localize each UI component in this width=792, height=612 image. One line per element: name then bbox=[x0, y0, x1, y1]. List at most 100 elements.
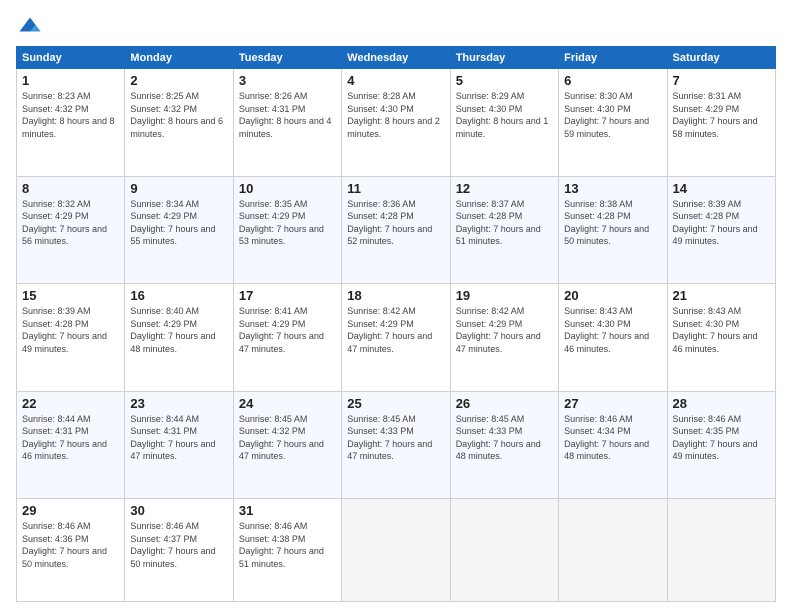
calendar-cell: 4 Sunrise: 8:28 AMSunset: 4:30 PMDayligh… bbox=[342, 69, 450, 177]
calendar-cell: 6 Sunrise: 8:30 AMSunset: 4:30 PMDayligh… bbox=[559, 69, 667, 177]
day-number: 24 bbox=[239, 396, 336, 411]
calendar-cell bbox=[342, 499, 450, 602]
day-number: 5 bbox=[456, 73, 553, 88]
calendar-cell: 24 Sunrise: 8:45 AMSunset: 4:32 PMDaylig… bbox=[233, 391, 341, 499]
day-number: 6 bbox=[564, 73, 661, 88]
calendar-cell: 21 Sunrise: 8:43 AMSunset: 4:30 PMDaylig… bbox=[667, 284, 775, 392]
day-info: Sunrise: 8:25 AMSunset: 4:32 PMDaylight:… bbox=[130, 91, 223, 139]
day-info: Sunrise: 8:44 AMSunset: 4:31 PMDaylight:… bbox=[22, 414, 107, 462]
day-number: 31 bbox=[239, 503, 336, 518]
calendar-cell bbox=[450, 499, 558, 602]
calendar-header-sunday: Sunday bbox=[17, 47, 125, 69]
calendar-cell: 1 Sunrise: 8:23 AMSunset: 4:32 PMDayligh… bbox=[17, 69, 125, 177]
calendar-cell: 26 Sunrise: 8:45 AMSunset: 4:33 PMDaylig… bbox=[450, 391, 558, 499]
calendar-header-friday: Friday bbox=[559, 47, 667, 69]
calendar-header-row: SundayMondayTuesdayWednesdayThursdayFrid… bbox=[17, 47, 776, 69]
logo-icon bbox=[16, 14, 44, 42]
day-info: Sunrise: 8:45 AMSunset: 4:33 PMDaylight:… bbox=[347, 414, 432, 462]
calendar-cell: 11 Sunrise: 8:36 AMSunset: 4:28 PMDaylig… bbox=[342, 176, 450, 284]
day-number: 2 bbox=[130, 73, 227, 88]
calendar-cell: 15 Sunrise: 8:39 AMSunset: 4:28 PMDaylig… bbox=[17, 284, 125, 392]
calendar-cell: 17 Sunrise: 8:41 AMSunset: 4:29 PMDaylig… bbox=[233, 284, 341, 392]
day-info: Sunrise: 8:23 AMSunset: 4:32 PMDaylight:… bbox=[22, 91, 115, 139]
day-number: 19 bbox=[456, 288, 553, 303]
day-number: 21 bbox=[673, 288, 770, 303]
calendar-cell: 22 Sunrise: 8:44 AMSunset: 4:31 PMDaylig… bbox=[17, 391, 125, 499]
day-number: 4 bbox=[347, 73, 444, 88]
day-info: Sunrise: 8:43 AMSunset: 4:30 PMDaylight:… bbox=[673, 306, 758, 354]
day-info: Sunrise: 8:42 AMSunset: 4:29 PMDaylight:… bbox=[347, 306, 432, 354]
day-info: Sunrise: 8:41 AMSunset: 4:29 PMDaylight:… bbox=[239, 306, 324, 354]
day-info: Sunrise: 8:39 AMSunset: 4:28 PMDaylight:… bbox=[673, 199, 758, 247]
day-info: Sunrise: 8:29 AMSunset: 4:30 PMDaylight:… bbox=[456, 91, 549, 139]
day-info: Sunrise: 8:43 AMSunset: 4:30 PMDaylight:… bbox=[564, 306, 649, 354]
day-info: Sunrise: 8:46 AMSunset: 4:38 PMDaylight:… bbox=[239, 521, 324, 569]
day-number: 20 bbox=[564, 288, 661, 303]
calendar-cell: 29 Sunrise: 8:46 AMSunset: 4:36 PMDaylig… bbox=[17, 499, 125, 602]
day-info: Sunrise: 8:31 AMSunset: 4:29 PMDaylight:… bbox=[673, 91, 758, 139]
calendar-cell: 25 Sunrise: 8:45 AMSunset: 4:33 PMDaylig… bbox=[342, 391, 450, 499]
day-info: Sunrise: 8:38 AMSunset: 4:28 PMDaylight:… bbox=[564, 199, 649, 247]
calendar-header-wednesday: Wednesday bbox=[342, 47, 450, 69]
day-number: 18 bbox=[347, 288, 444, 303]
day-number: 28 bbox=[673, 396, 770, 411]
day-info: Sunrise: 8:35 AMSunset: 4:29 PMDaylight:… bbox=[239, 199, 324, 247]
day-info: Sunrise: 8:45 AMSunset: 4:32 PMDaylight:… bbox=[239, 414, 324, 462]
day-info: Sunrise: 8:26 AMSunset: 4:31 PMDaylight:… bbox=[239, 91, 332, 139]
day-number: 9 bbox=[130, 181, 227, 196]
calendar-header-saturday: Saturday bbox=[667, 47, 775, 69]
calendar-header-thursday: Thursday bbox=[450, 47, 558, 69]
calendar-cell: 10 Sunrise: 8:35 AMSunset: 4:29 PMDaylig… bbox=[233, 176, 341, 284]
day-info: Sunrise: 8:40 AMSunset: 4:29 PMDaylight:… bbox=[130, 306, 215, 354]
day-number: 12 bbox=[456, 181, 553, 196]
calendar-cell bbox=[559, 499, 667, 602]
day-number: 27 bbox=[564, 396, 661, 411]
calendar-cell: 9 Sunrise: 8:34 AMSunset: 4:29 PMDayligh… bbox=[125, 176, 233, 284]
calendar-cell: 2 Sunrise: 8:25 AMSunset: 4:32 PMDayligh… bbox=[125, 69, 233, 177]
calendar-cell: 13 Sunrise: 8:38 AMSunset: 4:28 PMDaylig… bbox=[559, 176, 667, 284]
header bbox=[16, 14, 776, 42]
page: SundayMondayTuesdayWednesdayThursdayFrid… bbox=[0, 0, 792, 612]
calendar-cell: 16 Sunrise: 8:40 AMSunset: 4:29 PMDaylig… bbox=[125, 284, 233, 392]
calendar-cell bbox=[667, 499, 775, 602]
day-number: 14 bbox=[673, 181, 770, 196]
calendar-cell: 18 Sunrise: 8:42 AMSunset: 4:29 PMDaylig… bbox=[342, 284, 450, 392]
calendar-cell: 7 Sunrise: 8:31 AMSunset: 4:29 PMDayligh… bbox=[667, 69, 775, 177]
day-info: Sunrise: 8:36 AMSunset: 4:28 PMDaylight:… bbox=[347, 199, 432, 247]
calendar-cell: 5 Sunrise: 8:29 AMSunset: 4:30 PMDayligh… bbox=[450, 69, 558, 177]
day-number: 10 bbox=[239, 181, 336, 196]
day-number: 16 bbox=[130, 288, 227, 303]
calendar-cell: 3 Sunrise: 8:26 AMSunset: 4:31 PMDayligh… bbox=[233, 69, 341, 177]
day-info: Sunrise: 8:46 AMSunset: 4:36 PMDaylight:… bbox=[22, 521, 107, 569]
day-info: Sunrise: 8:46 AMSunset: 4:37 PMDaylight:… bbox=[130, 521, 215, 569]
day-info: Sunrise: 8:46 AMSunset: 4:34 PMDaylight:… bbox=[564, 414, 649, 462]
calendar-cell: 8 Sunrise: 8:32 AMSunset: 4:29 PMDayligh… bbox=[17, 176, 125, 284]
calendar-cell: 20 Sunrise: 8:43 AMSunset: 4:30 PMDaylig… bbox=[559, 284, 667, 392]
day-info: Sunrise: 8:46 AMSunset: 4:35 PMDaylight:… bbox=[673, 414, 758, 462]
calendar-cell: 28 Sunrise: 8:46 AMSunset: 4:35 PMDaylig… bbox=[667, 391, 775, 499]
day-number: 13 bbox=[564, 181, 661, 196]
day-info: Sunrise: 8:32 AMSunset: 4:29 PMDaylight:… bbox=[22, 199, 107, 247]
day-number: 15 bbox=[22, 288, 119, 303]
calendar-header-tuesday: Tuesday bbox=[233, 47, 341, 69]
calendar-cell: 27 Sunrise: 8:46 AMSunset: 4:34 PMDaylig… bbox=[559, 391, 667, 499]
day-number: 7 bbox=[673, 73, 770, 88]
day-info: Sunrise: 8:42 AMSunset: 4:29 PMDaylight:… bbox=[456, 306, 541, 354]
day-number: 22 bbox=[22, 396, 119, 411]
day-info: Sunrise: 8:45 AMSunset: 4:33 PMDaylight:… bbox=[456, 414, 541, 462]
day-info: Sunrise: 8:44 AMSunset: 4:31 PMDaylight:… bbox=[130, 414, 215, 462]
day-number: 17 bbox=[239, 288, 336, 303]
day-number: 8 bbox=[22, 181, 119, 196]
day-number: 29 bbox=[22, 503, 119, 518]
calendar-cell: 14 Sunrise: 8:39 AMSunset: 4:28 PMDaylig… bbox=[667, 176, 775, 284]
day-number: 3 bbox=[239, 73, 336, 88]
day-number: 11 bbox=[347, 181, 444, 196]
calendar-cell: 31 Sunrise: 8:46 AMSunset: 4:38 PMDaylig… bbox=[233, 499, 341, 602]
day-info: Sunrise: 8:28 AMSunset: 4:30 PMDaylight:… bbox=[347, 91, 440, 139]
calendar-table: SundayMondayTuesdayWednesdayThursdayFrid… bbox=[16, 46, 776, 602]
day-number: 26 bbox=[456, 396, 553, 411]
day-number: 30 bbox=[130, 503, 227, 518]
day-number: 23 bbox=[130, 396, 227, 411]
day-info: Sunrise: 8:30 AMSunset: 4:30 PMDaylight:… bbox=[564, 91, 649, 139]
calendar-header-monday: Monday bbox=[125, 47, 233, 69]
